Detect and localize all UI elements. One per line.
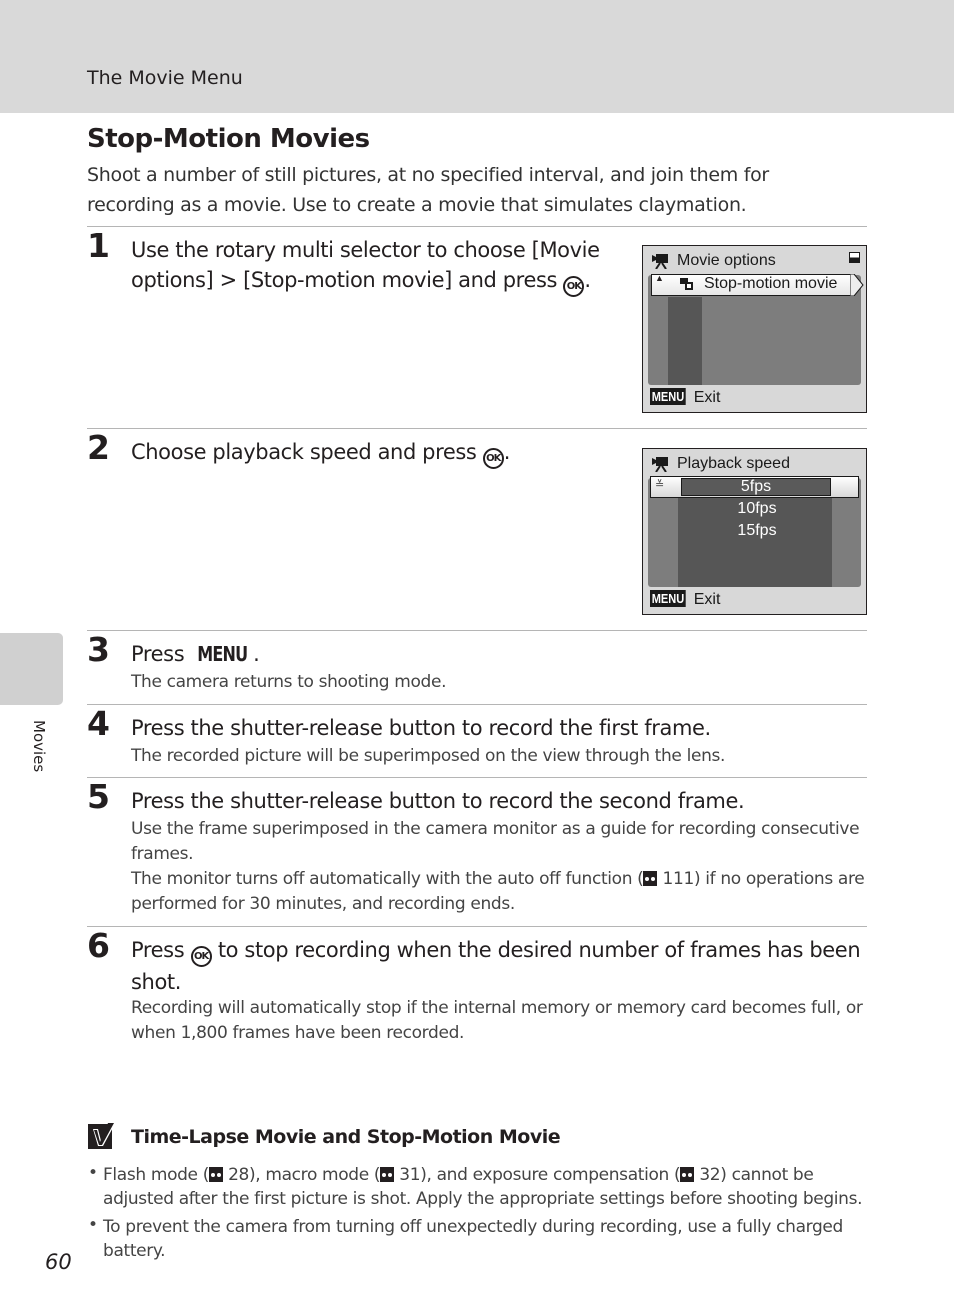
page-reference[interactable]: 31 bbox=[399, 1165, 420, 1185]
note-title: Time-Lapse Movie and Stop-Motion Movie bbox=[131, 1126, 561, 1148]
step-number: 2 bbox=[87, 428, 110, 467]
step-heading: Press MENU. bbox=[131, 639, 260, 669]
bullet-icon: • bbox=[88, 1163, 99, 1183]
step-text-end: . bbox=[503, 440, 511, 464]
page-reference-icon bbox=[643, 871, 658, 886]
step-text-end: . bbox=[584, 268, 591, 292]
step-text: Press bbox=[131, 938, 185, 962]
page-title: Stop-Motion Movies bbox=[87, 124, 370, 154]
step-heading: Press the shutter-release button to reco… bbox=[131, 789, 745, 813]
step-body-para: Use the frame superimposed in the camera… bbox=[131, 819, 860, 864]
option-15fps[interactable]: 15fps bbox=[680, 522, 834, 540]
step-body: The camera returns to shooting mode. bbox=[131, 672, 447, 692]
step-body: Use the frame superimposed in the camera… bbox=[131, 817, 866, 917]
ok-button-icon: OK bbox=[190, 946, 212, 967]
divider bbox=[87, 630, 867, 631]
step-number: 1 bbox=[87, 226, 110, 265]
scroll-down-icon: ≚ bbox=[655, 479, 665, 491]
exit-label: Exit bbox=[693, 591, 721, 608]
step-number: 4 bbox=[87, 704, 110, 743]
step-text: Use the rotary multi selector to choose … bbox=[131, 238, 600, 292]
note-bullet: To prevent the camera from turning off u… bbox=[103, 1217, 843, 1261]
scroll-up-icon: ▲ bbox=[655, 273, 664, 283]
menu-item-label: Stop-motion movie bbox=[704, 275, 838, 292]
step-number: 5 bbox=[87, 777, 110, 816]
exit-hint: MENU Exit bbox=[650, 590, 720, 609]
step-heading: Use the rotary multi selector to choose … bbox=[131, 235, 616, 297]
page-reference-icon bbox=[680, 1167, 695, 1182]
intro-text: Shoot a number of still pictures, at no … bbox=[87, 164, 769, 216]
divider bbox=[87, 926, 867, 927]
divider bbox=[87, 428, 867, 429]
chapter-label: Movies bbox=[30, 720, 48, 773]
camera-screen-movie-options: Movie options ▲ Stop-motion movie MENU E… bbox=[642, 245, 867, 413]
screen-title: Movie options bbox=[677, 252, 776, 269]
exit-label: Exit bbox=[693, 389, 721, 406]
page-number: 60 bbox=[45, 1250, 72, 1274]
ok-button-icon: OK bbox=[482, 448, 504, 469]
note-bullet: Flash mode ( 28), macro mode ( 31), and … bbox=[103, 1163, 868, 1211]
menu-button-icon: MENU bbox=[650, 388, 686, 405]
selected-menu-item[interactable]: ▲ Stop-motion movie bbox=[651, 273, 864, 296]
movie-camera-icon bbox=[652, 457, 668, 472]
step-body-para: The monitor turns off automatically with… bbox=[131, 867, 866, 917]
exit-hint: MENU Exit bbox=[650, 388, 720, 407]
text: The monitor turns off automatically with… bbox=[131, 869, 644, 889]
menu-column bbox=[668, 297, 702, 385]
step-heading: Choose playback speed and press OK. bbox=[131, 437, 510, 469]
divider bbox=[87, 777, 867, 778]
menu-button-glyph: MENU bbox=[196, 642, 248, 666]
divider bbox=[87, 704, 867, 705]
text: ), and exposure compensation ( bbox=[420, 1165, 681, 1185]
step-text-end: . bbox=[253, 642, 260, 666]
page-reference-icon bbox=[209, 1167, 224, 1182]
bullet-icon: • bbox=[88, 1215, 99, 1235]
header-band bbox=[0, 0, 954, 113]
screen-title: Playback speed bbox=[677, 455, 790, 472]
stop-motion-icon bbox=[678, 277, 694, 291]
step-number: 6 bbox=[87, 926, 110, 965]
step-text: Press bbox=[131, 642, 185, 666]
section-header: The Movie Menu bbox=[87, 67, 243, 89]
step-heading: Press OK to stop recording when the desi… bbox=[131, 935, 866, 997]
step-text: Choose playback speed and press bbox=[131, 440, 477, 464]
option-5fps[interactable]: 5fps bbox=[681, 478, 831, 496]
camera-screen-playback-speed: Playback speed ≚ 5fps 10fps 15fps MENU E… bbox=[642, 448, 867, 615]
text: ), macro mode ( bbox=[249, 1165, 381, 1185]
chevron-right-icon bbox=[850, 274, 864, 296]
divider bbox=[87, 226, 867, 227]
page-reference[interactable]: 111 bbox=[663, 869, 695, 889]
caution-check-icon bbox=[88, 1122, 116, 1149]
ok-button-icon: OK bbox=[563, 276, 585, 297]
page-reference[interactable]: 28 bbox=[228, 1165, 249, 1185]
page-reference-icon bbox=[380, 1167, 395, 1182]
page-reference[interactable]: 32 bbox=[699, 1165, 720, 1185]
text: Flash mode ( bbox=[103, 1165, 210, 1185]
selected-option-row[interactable]: ≚ 5fps bbox=[650, 476, 859, 498]
chapter-tab[interactable] bbox=[0, 633, 63, 705]
step-heading: Press the shutter-release button to reco… bbox=[131, 716, 711, 740]
step-number: 3 bbox=[87, 630, 110, 669]
step-text-end: to stop recording when the desired numbe… bbox=[131, 938, 861, 994]
menu-button-icon: MENU bbox=[650, 590, 686, 607]
step-body: Recording will automatically stop if the… bbox=[131, 998, 863, 1043]
memory-icon bbox=[849, 252, 860, 263]
movie-camera-icon bbox=[652, 254, 668, 269]
step-body: The recorded picture will be superimpose… bbox=[131, 746, 726, 766]
option-10fps[interactable]: 10fps bbox=[680, 500, 834, 518]
